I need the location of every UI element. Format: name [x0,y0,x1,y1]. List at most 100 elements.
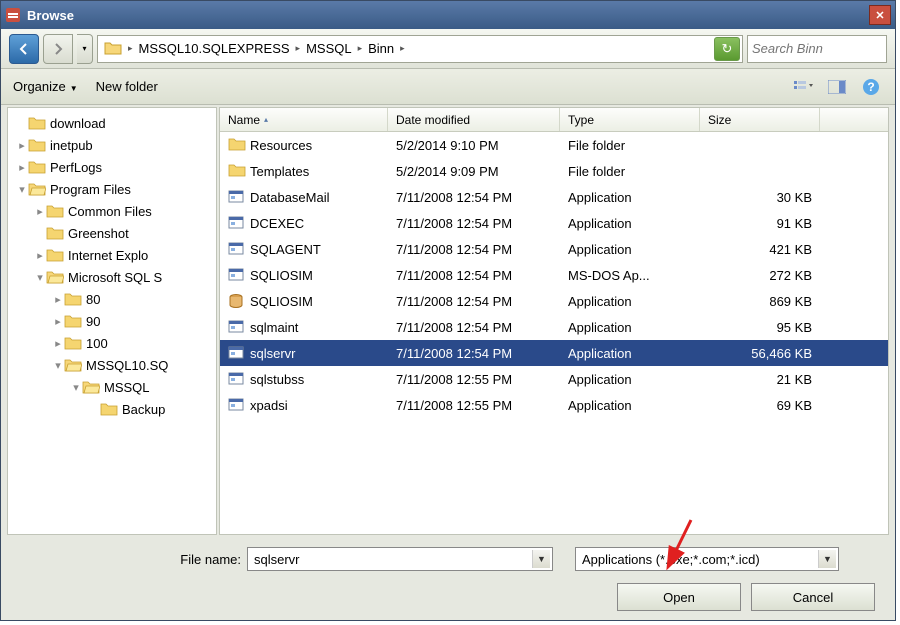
window-title: Browse [27,8,869,23]
file-size: 272 KB [700,268,820,283]
list-row[interactable]: Resources5/2/2014 9:10 PMFile folder [220,132,888,158]
tree-toggle-icon[interactable]: ▸ [52,293,64,306]
file-date: 7/11/2008 12:55 PM [388,398,560,413]
file-type: Application [560,398,700,413]
list-row[interactable]: SQLIOSIM7/11/2008 12:54 PMMS-DOS Ap...27… [220,262,888,288]
folder-tree[interactable]: download▸inetpub▸PerfLogs▾Program Files▸… [7,107,217,535]
tree-label: Greenshot [68,226,129,241]
back-button[interactable] [9,34,39,64]
bottom-panel: File name: ▼ Applications (*.exe;*.com;*… [1,537,895,625]
tree-item[interactable]: Greenshot [8,222,216,244]
tree-item[interactable]: ▸ PerfLogs [8,156,216,178]
tree-label: 80 [86,292,100,307]
list-row[interactable]: sqlmaint7/11/2008 12:54 PMApplication95 … [220,314,888,340]
organize-menu[interactable]: Organize▼ [13,79,78,94]
folder-icon [228,137,244,153]
tree-toggle-icon[interactable]: ▸ [52,315,64,328]
folder-icon [28,160,46,174]
file-size: 95 KB [700,320,820,335]
folder-icon [28,182,46,196]
list-row[interactable]: DCEXEC7/11/2008 12:54 PMApplication91 KB [220,210,888,236]
cancel-button[interactable]: Cancel [751,583,875,611]
breadcrumb-segment[interactable]: Binn [364,41,398,56]
tree-item[interactable]: ▾MSSQL10.SQ [8,354,216,376]
file-size: 56,466 KB [700,346,820,361]
tree-toggle-icon[interactable]: ▸ [16,139,28,152]
tree-item[interactable]: ▸Common Files [8,200,216,222]
file-size: 91 KB [700,216,820,231]
column-type[interactable]: Type [560,108,700,131]
folder-icon [104,41,122,57]
breadcrumb[interactable]: ▸ MSSQL10.SQLEXPRESS ▸ MSSQL ▸ Binn ▸ ↻ [97,35,743,63]
column-size[interactable]: Size [700,108,820,131]
list-row[interactable]: sqlstubss7/11/2008 12:55 PMApplication21… [220,366,888,392]
tree-toggle-icon[interactable]: ▾ [34,271,46,284]
open-button[interactable]: Open [617,583,741,611]
preview-pane-button[interactable] [825,76,849,98]
tree-toggle-icon[interactable]: ▾ [52,359,64,372]
tree-label: 90 [86,314,100,329]
refresh-button[interactable]: ↻ [714,37,740,61]
chevron-right-icon[interactable]: ▸ [294,43,303,54]
filename-input[interactable] [254,552,532,567]
tree-toggle-icon[interactable]: ▾ [16,183,28,196]
tree-label: download [50,116,106,131]
tree-item[interactable]: ▾MSSQL [8,376,216,398]
list-row[interactable]: SQLIOSIM7/11/2008 12:54 PMApplication869… [220,288,888,314]
file-name: Resources [250,138,312,153]
chevron-right-icon[interactable]: ▸ [398,43,407,54]
column-name[interactable]: Name▴ [220,108,388,131]
chevron-right-icon[interactable]: ▸ [356,43,365,54]
list-row[interactable]: Templates5/2/2014 9:09 PMFile folder [220,158,888,184]
new-folder-button[interactable]: New folder [96,79,158,94]
list-row[interactable]: SQLAGENT7/11/2008 12:54 PMApplication421… [220,236,888,262]
list-row[interactable]: xpadsi7/11/2008 12:55 PMApplication69 KB [220,392,888,418]
tree-item[interactable]: download [8,112,216,134]
list-row[interactable]: sqlservr7/11/2008 12:54 PMApplication56,… [220,340,888,366]
dropdown-icon[interactable]: ▼ [532,550,550,568]
breadcrumb-segment[interactable]: MSSQL10.SQLEXPRESS [135,41,294,56]
content-area: download▸inetpub▸PerfLogs▾Program Files▸… [1,105,895,537]
tree-toggle-icon[interactable]: ▸ [34,205,46,218]
tree-item[interactable]: ▸ 80 [8,288,216,310]
toolbar: Organize▼ New folder ? [1,69,895,105]
filename-combo[interactable]: ▼ [247,547,553,571]
tree-toggle-icon[interactable]: ▸ [52,337,64,350]
folder-icon [46,226,64,240]
file-name: SQLIOSIM [250,268,313,283]
forward-button[interactable] [43,34,73,64]
list-row[interactable]: DatabaseMail7/11/2008 12:54 PMApplicatio… [220,184,888,210]
nav-history-dropdown[interactable]: ▾ [77,34,93,64]
folder-icon [28,138,46,152]
chevron-right-icon[interactable]: ▸ [126,43,135,54]
file-type: MS-DOS Ap... [560,268,700,283]
file-date: 7/11/2008 12:54 PM [388,346,560,361]
exe-icon [228,371,244,387]
tree-item[interactable]: ▸Internet Explo [8,244,216,266]
tree-item[interactable]: ▾Program Files [8,178,216,200]
tree-item[interactable]: Backup [8,398,216,420]
file-date: 7/11/2008 12:54 PM [388,190,560,205]
tree-item[interactable]: ▸inetpub [8,134,216,156]
tree-label: Backup [122,402,165,417]
file-name: DCEXEC [250,216,304,231]
breadcrumb-segment[interactable]: MSSQL [302,41,356,56]
filter-combo[interactable]: Applications (*.exe;*.com;*.icd) ▼ [575,547,839,571]
column-headers: Name▴ Date modified Type Size [220,108,888,132]
column-date[interactable]: Date modified [388,108,560,131]
help-button[interactable]: ? [859,76,883,98]
tree-toggle-icon[interactable]: ▸ [16,161,28,174]
tree-label: PerfLogs [50,160,102,175]
tree-item[interactable]: ▸100 [8,332,216,354]
tree-toggle-icon[interactable]: ▸ [34,249,46,262]
search-input[interactable] [752,41,900,56]
file-list[interactable]: Name▴ Date modified Type Size Resources5… [219,107,889,535]
tree-toggle-icon[interactable]: ▾ [70,381,82,394]
tree-item[interactable]: ▾Microsoft SQL S [8,266,216,288]
tree-item[interactable]: ▸ 90 [8,310,216,332]
dropdown-icon[interactable]: ▼ [818,550,836,568]
view-options-button[interactable] [791,76,815,98]
close-button[interactable]: ✕ [869,5,891,25]
search-box[interactable]: 🔍 [747,35,887,63]
file-size: 30 KB [700,190,820,205]
